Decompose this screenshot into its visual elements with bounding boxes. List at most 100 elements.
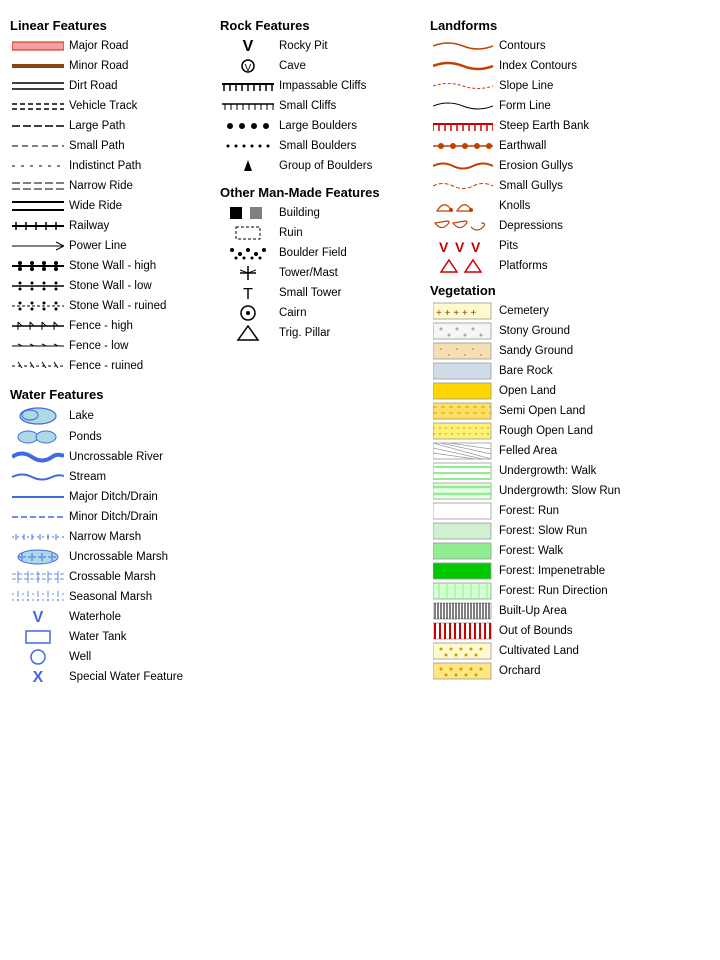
list-item: Fence - high (10, 317, 215, 335)
lake-label: Lake (69, 410, 215, 422)
list-item: X Special Water Feature (10, 668, 215, 686)
earthwall-label: Earthwall (499, 140, 720, 152)
list-item: V V V Pits (430, 237, 720, 255)
built-up-icon (433, 602, 493, 620)
list-item: Stone Wall - high (10, 257, 215, 275)
platforms-label: Platforms (499, 260, 720, 272)
depressions-icon (433, 217, 493, 235)
steep-earth-bank-symbol (430, 119, 495, 133)
major-road-symbol (10, 39, 65, 53)
stone-wall-high-symbol (10, 260, 65, 272)
list-item: Undergrowth: Walk (430, 462, 720, 480)
stone-wall-ruined-label: Stone Wall - ruined (69, 300, 215, 312)
building-symbol (220, 204, 275, 222)
list-item: Orchard (430, 662, 720, 680)
out-of-bounds-swatch (430, 622, 495, 640)
wide-ride-label: Wide Ride (69, 200, 215, 212)
bare-rock-swatch (430, 362, 495, 380)
forest-walk-icon (433, 542, 493, 560)
bare-rock-icon (433, 362, 493, 380)
rock-features-title: Rock Features (220, 18, 425, 33)
seasonal-marsh-symbol (10, 589, 65, 605)
list-item: Open Land (430, 382, 720, 400)
well-icon (12, 648, 64, 666)
cemetery-label: Cemetery (499, 305, 720, 317)
list-item: Crossable Marsh (10, 568, 215, 586)
stream-icon (12, 470, 64, 484)
uncrossable-marsh-icon (12, 548, 64, 566)
stone-wall-high-icon (12, 260, 64, 272)
list-item: Small Path (10, 137, 215, 155)
list-item: Forest: Impenetrable (430, 562, 720, 580)
list-item: Uncrossable River (10, 448, 215, 466)
list-item: Major Road (10, 37, 215, 55)
dirt-road-symbol (10, 81, 65, 91)
orchard-icon (433, 662, 493, 680)
forest-slow-run-icon (433, 522, 493, 540)
semi-open-land-icon (433, 402, 493, 420)
undergrowth-slow-swatch (430, 482, 495, 500)
narrow-marsh-icon (12, 531, 64, 543)
uncrossable-river-icon (12, 448, 64, 466)
small-boulders-icon (222, 140, 274, 152)
cave-label: Cave (279, 60, 425, 72)
list-item: Cairn (220, 304, 425, 322)
contours-symbol (430, 38, 495, 54)
list-item: Platforms (430, 257, 720, 275)
tower-mast-symbol (220, 264, 275, 282)
list-item: Stream (10, 468, 215, 486)
felled-label: Felled Area (499, 445, 720, 457)
fence-ruined-symbol (10, 360, 65, 372)
forest-run-label: Forest: Run (499, 505, 720, 517)
wide-ride-symbol (10, 200, 65, 212)
landforms-title: Landforms (430, 18, 720, 33)
trig-pillar-label: Trig. Pillar (279, 327, 425, 339)
rough-open-label: Rough Open Land (499, 425, 720, 437)
svg-text:V: V (455, 239, 465, 255)
stony-ground-swatch (430, 322, 495, 340)
list-item: Indistinct Path (10, 157, 215, 175)
cultivated-label: Cultivated Land (499, 645, 720, 657)
list-item: Large Boulders (220, 117, 425, 135)
list-item: Water Tank (10, 628, 215, 646)
stream-symbol (10, 470, 65, 484)
small-boulders-symbol (220, 140, 275, 152)
special-water-symbol: X (10, 668, 65, 686)
ponds-icon (12, 428, 64, 446)
list-item: Dirt Road (10, 77, 215, 95)
list-item: Slope Line (430, 77, 720, 95)
power-line-label: Power Line (69, 240, 215, 252)
list-item: V Waterhole (10, 608, 215, 626)
sandy-ground-label: Sandy Ground (499, 345, 720, 357)
felled-swatch (430, 442, 495, 460)
large-path-icon (12, 123, 64, 129)
narrow-marsh-symbol (10, 531, 65, 543)
platforms-icon (433, 257, 493, 275)
major-road-icon (12, 39, 64, 53)
list-item: Index Contours (430, 57, 720, 75)
svg-text:V: V (439, 239, 449, 255)
forest-slow-run-label: Forest: Slow Run (499, 525, 720, 537)
waterhole-label: Waterhole (69, 611, 215, 623)
cairn-symbol (220, 304, 275, 322)
erosion-gullys-symbol (430, 158, 495, 174)
list-item: Bare Rock (430, 362, 720, 380)
out-of-bounds-label: Out of Bounds (499, 625, 720, 637)
group-boulders-symbol (220, 157, 275, 175)
form-line-symbol (430, 98, 495, 114)
steep-earth-bank-icon (433, 119, 493, 133)
cultivated-swatch (430, 642, 495, 660)
forest-run-dir-icon (433, 582, 493, 600)
felled-icon (433, 442, 493, 460)
vehicle-track-icon (12, 101, 64, 111)
waterhole-icon: V (12, 608, 64, 626)
seasonal-marsh-icon (12, 589, 64, 605)
stone-wall-ruined-symbol (10, 300, 65, 312)
list-item: Earthwall (430, 137, 720, 155)
contours-icon (433, 38, 493, 54)
fence-low-symbol (10, 340, 65, 352)
linear-features-title: Linear Features (10, 18, 215, 33)
fence-high-icon (12, 320, 64, 332)
minor-road-icon (12, 61, 64, 71)
vehicle-track-label: Vehicle Track (69, 100, 215, 112)
